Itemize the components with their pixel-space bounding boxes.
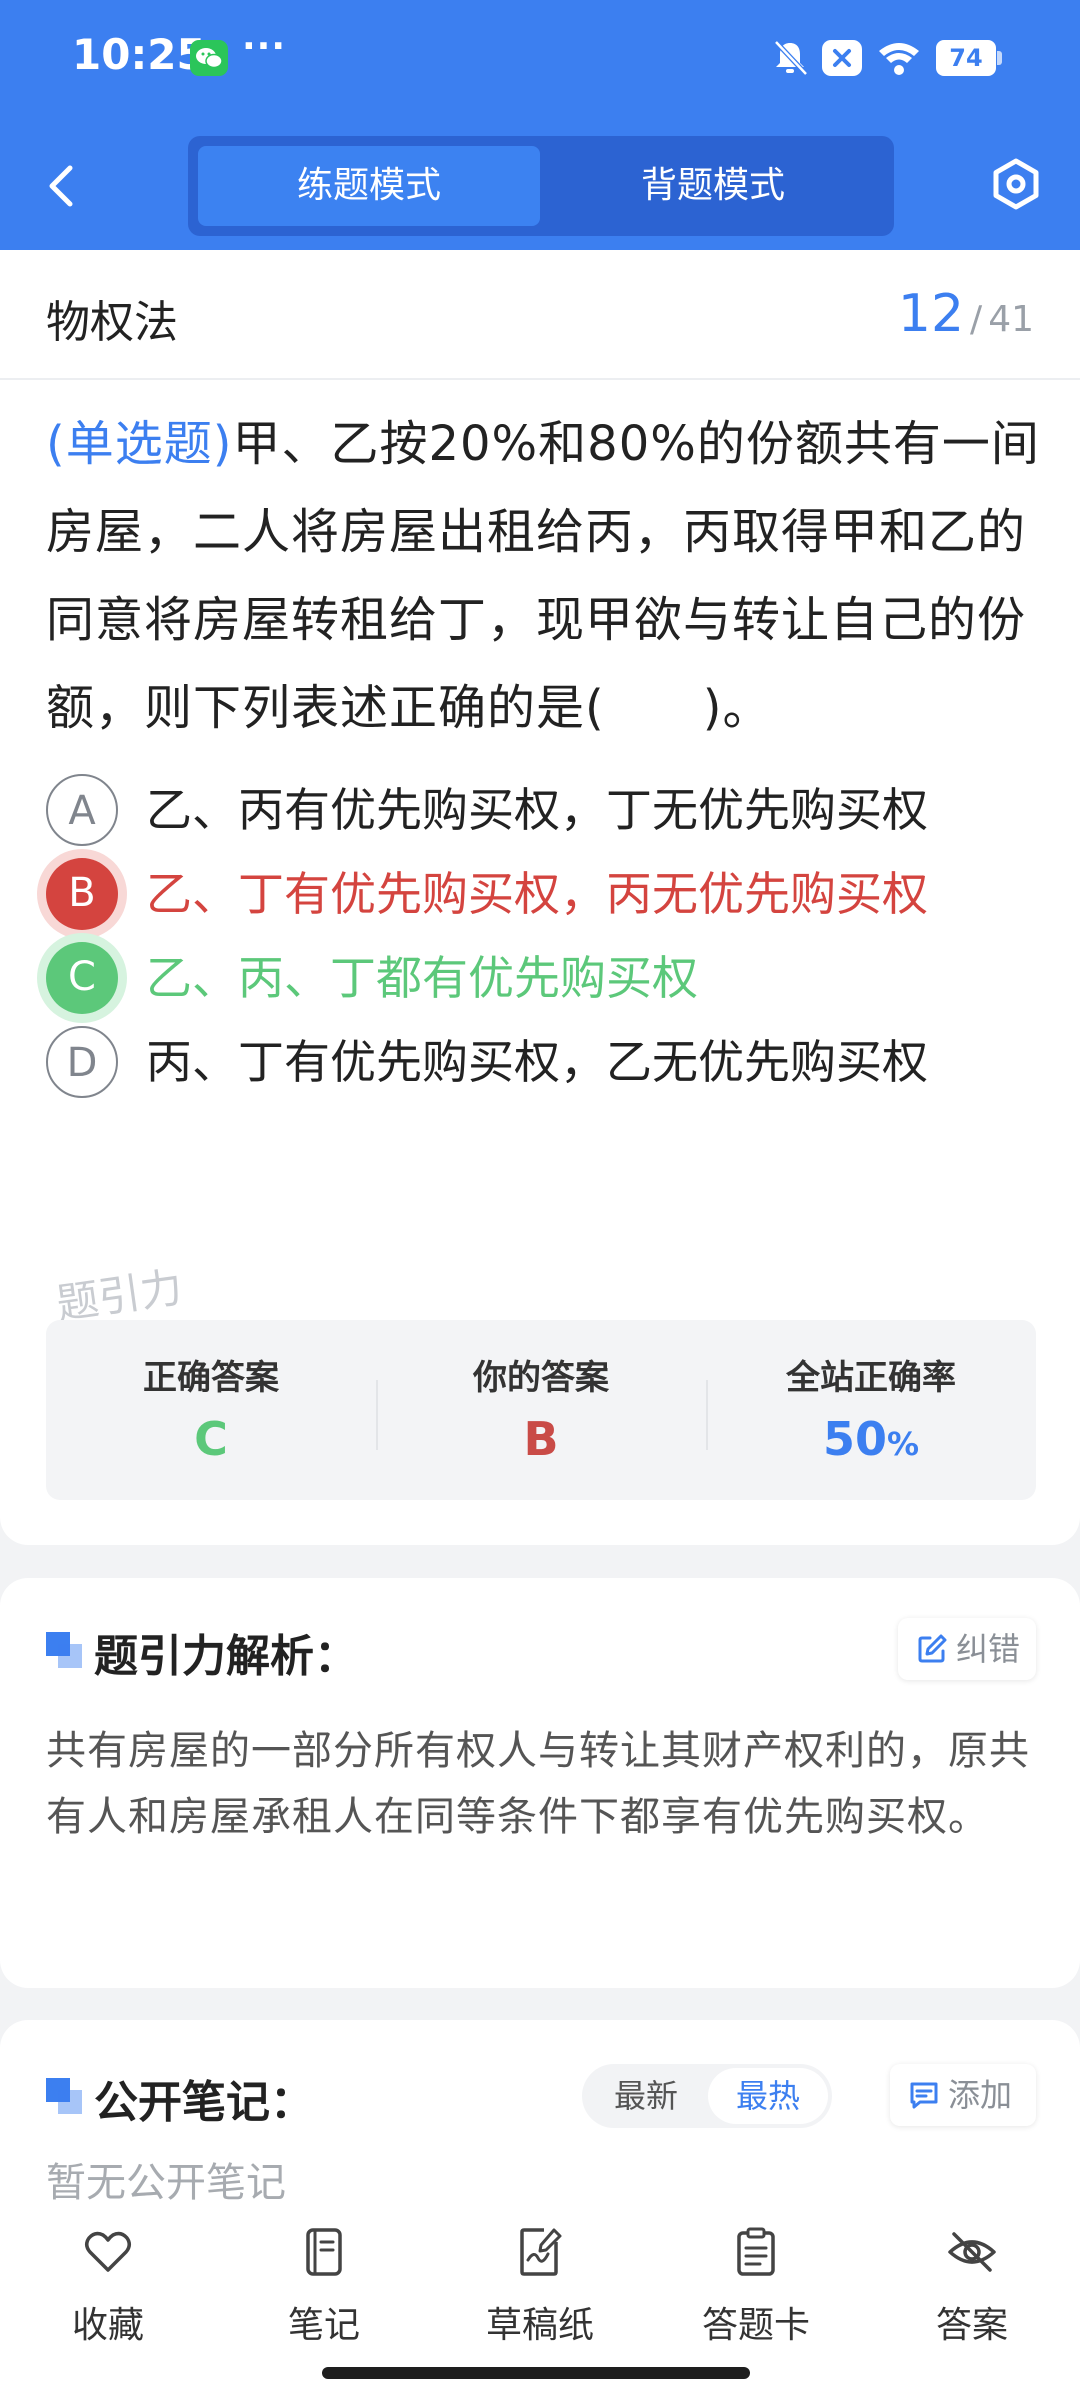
- stat-rate-unit: %: [886, 1425, 920, 1463]
- battery-indicator: 74: [936, 40, 1002, 76]
- question-type: (单选题): [46, 416, 233, 472]
- add-note-button[interactable]: 添加: [890, 2064, 1036, 2126]
- close-box-icon: [822, 40, 862, 76]
- status-bar: 10:25 ··· 74: [0, 0, 1080, 120]
- edit-icon: [918, 1634, 947, 1663]
- stat-rate-value: 50%: [706, 1412, 1036, 1466]
- section-marker-icon: [46, 2078, 82, 2114]
- option-a-badge: A: [46, 774, 118, 846]
- wechat-icon: [190, 40, 228, 76]
- stat-your-answer: 你的答案 B: [376, 1320, 706, 1500]
- app-root: 10:25 ··· 74 练题模式 背题模式 物权法 12 / 41 (单选题)…: [0, 0, 1080, 2400]
- battery-level: 74: [936, 40, 996, 76]
- subject-title: 物权法: [46, 297, 178, 348]
- draft-paper-label: 草稿纸: [485, 2305, 594, 2346]
- stat-yours-label: 你的答案: [473, 1358, 609, 1398]
- answer-sheet-label: 答题卡: [701, 2305, 810, 2346]
- wifi-icon: [879, 43, 919, 75]
- notebook-icon: [306, 2228, 342, 2276]
- tab-practice-mode[interactable]: 练题模式: [198, 146, 540, 226]
- option-c[interactable]: C 乙、丙、丁都有优先购买权: [46, 938, 1036, 1018]
- header: 10:25 ··· 74 练题模式 背题模式: [0, 0, 1080, 250]
- bell-off-icon: [774, 40, 808, 76]
- draft-paper-button[interactable]: 草稿纸: [460, 2226, 620, 2356]
- option-d-badge: D: [46, 1026, 118, 1098]
- favorite-label: 收藏: [71, 2305, 144, 2346]
- toggle-answer-button[interactable]: 答案: [892, 2226, 1052, 2356]
- option-b-text: 乙、丁有优先购买权，丙无优先购买权: [146, 867, 928, 921]
- stat-rate-number: 50: [822, 1412, 887, 1466]
- eye-off-icon: [948, 2232, 996, 2272]
- favorite-button[interactable]: 收藏: [28, 2226, 188, 2356]
- report-error-button[interactable]: 纠错: [898, 1618, 1036, 1680]
- stat-correct-label: 正确答案: [143, 1358, 279, 1398]
- notes-label: 笔记: [287, 2305, 360, 2346]
- sort-latest[interactable]: 最新: [586, 2068, 706, 2124]
- progress-separator: /: [970, 299, 983, 340]
- home-indicator[interactable]: [322, 2367, 750, 2379]
- option-b-badge: B: [46, 858, 118, 930]
- sort-hottest[interactable]: 最热: [708, 2068, 828, 2124]
- option-a-text: 乙、丙有优先购买权，丁无优先购买权: [146, 783, 928, 837]
- option-c-badge: C: [46, 942, 118, 1014]
- analysis-card: 题引力解析： 纠错 共有房屋的一部分所有权人与转让其财产权利的，原共有人和房屋承…: [0, 1578, 1080, 1988]
- option-d[interactable]: D 丙、丁有优先购买权，乙无优先购买权: [46, 1022, 1036, 1102]
- question-stem: (单选题)甲、乙按20%和80%的份额共有一间房屋，二人将房屋出租给丙，丙取得甲…: [46, 400, 1041, 752]
- progress-total: 41: [988, 299, 1034, 340]
- notes-button[interactable]: 笔记: [244, 2226, 404, 2356]
- option-b[interactable]: B 乙、丁有优先购买权，丙无优先购买权: [46, 854, 1036, 934]
- stat-correct-value: C: [194, 1412, 228, 1466]
- stat-yours-value: B: [523, 1412, 559, 1466]
- option-c-text: 乙、丙、丁都有优先购买权: [146, 951, 698, 1005]
- more-notifications-icon: ···: [242, 26, 287, 67]
- analysis-title: 题引力解析：: [94, 1631, 358, 1682]
- stat-rate-label: 全站正确率: [786, 1358, 956, 1398]
- answer-stats: 正确答案 C 你的答案 B 全站正确率 50%: [46, 1320, 1036, 1500]
- option-d-text: 丙、丁有优先购买权，乙无优先购买权: [146, 1035, 928, 1089]
- stat-correct-answer: 正确答案 C: [46, 1320, 376, 1500]
- heart-icon: [85, 2231, 131, 2272]
- notes-sort-toggle: 最新 最热: [582, 2064, 832, 2128]
- status-time: 10:25: [72, 30, 206, 79]
- draft-paper-icon: [520, 2228, 562, 2276]
- answer-sheet-icon: [737, 2227, 775, 2276]
- report-error-label: 纠错: [956, 1630, 1021, 1668]
- back-icon[interactable]: [38, 156, 88, 216]
- answer-sheet-button[interactable]: 答题卡: [676, 2226, 836, 2356]
- stat-accuracy-rate: 全站正确率 50%: [706, 1320, 1036, 1500]
- settings-icon[interactable]: [986, 154, 1046, 214]
- tab-recite-mode[interactable]: 背题模式: [542, 146, 884, 226]
- subject-row: 物权法 12/41: [0, 250, 1080, 380]
- add-note-label: 添加: [948, 2076, 1013, 2114]
- battery-tip: [997, 51, 1002, 65]
- notes-title: 公开笔记：: [94, 2077, 314, 2128]
- question-progress[interactable]: 12/41: [898, 284, 1034, 344]
- analysis-text: 共有房屋的一部分所有权人与转让其财产权利的，原共有人和房屋承租人在同等条件下都享…: [46, 1728, 1030, 1840]
- toggle-answer-label: 答案: [935, 2305, 1008, 2346]
- comment-icon: [910, 2082, 938, 2109]
- section-marker-icon: [46, 1632, 82, 1668]
- option-a[interactable]: A 乙、丙有优先购买权，丁无优先购买权: [46, 770, 1036, 850]
- question-card: 物权法 12/41 (单选题)甲、乙按20%和80%的份额共有一间房屋，二人将房…: [0, 250, 1080, 1545]
- progress-current: 12: [897, 284, 965, 344]
- mode-switch: 练题模式 背题模式: [188, 136, 894, 236]
